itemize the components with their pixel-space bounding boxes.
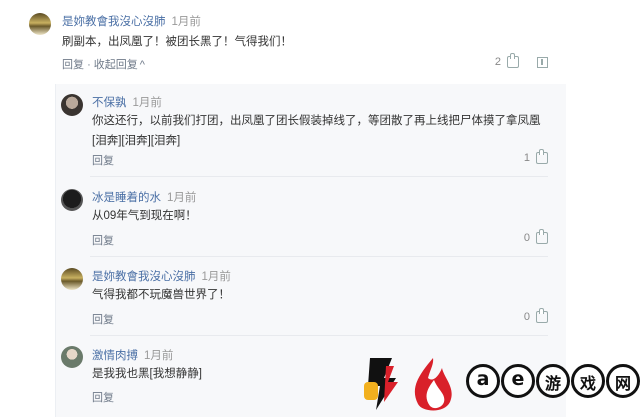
watermark-logo <box>364 358 398 410</box>
timestamp: 1月前 <box>144 350 174 362</box>
thumbs-up-icon[interactable] <box>536 149 548 164</box>
watermark-letter: 游 <box>536 364 570 398</box>
like-count: 0 <box>523 311 530 323</box>
divider <box>90 176 548 177</box>
thumbs-up-icon[interactable] <box>536 308 548 323</box>
avatar[interactable] <box>61 346 83 368</box>
collapse-label: 收起回复 <box>93 59 138 71</box>
reply-button[interactable]: 回复 <box>62 59 84 71</box>
comment-author[interactable]: 是妳教會我沒心沒肺 1月前 <box>62 13 201 29</box>
thumbs-up-icon[interactable] <box>507 53 519 68</box>
username[interactable]: 激情肉搏 <box>92 350 138 362</box>
reply-like: 0 <box>523 308 548 323</box>
timestamp: 1月前 <box>201 271 231 283</box>
timestamp: 1月前 <box>171 16 201 28</box>
username[interactable]: 是妳教會我沒心沒肺 <box>92 271 196 283</box>
collapse-replies-button[interactable]: 收起回复 ^ <box>94 59 145 71</box>
username[interactable]: 不保孰 <box>92 97 127 109</box>
reply-author[interactable]: 激情肉搏 1月前 <box>92 347 173 363</box>
avatar[interactable] <box>61 189 83 211</box>
avatar[interactable] <box>29 13 51 35</box>
like-count: 0 <box>523 232 530 244</box>
divider <box>90 335 548 336</box>
reply-author[interactable]: 冰是睡着的水 1月前 <box>92 189 196 205</box>
comment-text: 刷副本，出凤凰了！被团长黑了！气得我们！ <box>62 36 292 48</box>
chevron-up-icon: ^ <box>139 59 145 71</box>
like-count: 1 <box>523 152 530 164</box>
reply-like: 0 <box>523 229 548 244</box>
reply-text: 气得我都不玩魔兽世界了！ <box>92 289 230 301</box>
like-count: 2 <box>494 56 501 68</box>
username[interactable]: 冰是睡着的水 <box>92 192 161 204</box>
site-watermark: a e 游 戏 网 <box>358 348 640 417</box>
watermark-letter: 戏 <box>571 364 605 398</box>
reply-author[interactable]: 是妳教會我沒心沒肺 1月前 <box>92 268 231 284</box>
reply-author[interactable]: 不保孰 1月前 <box>92 94 162 110</box>
divider <box>90 256 548 257</box>
reply-button[interactable]: 回复 <box>92 311 114 327</box>
reply-text: 你这还行，以前我们打团，出凤凰了团长假装掉线了，等团散了再上线把尸体摸了拿凤凰[… <box>92 115 541 147</box>
reply-button[interactable]: 回复 <box>92 152 114 168</box>
separator-dot: · <box>87 59 91 71</box>
watermark-letter: 网 <box>606 364 640 398</box>
comment-actions: 回复 · 收起回复 ^ <box>62 56 145 72</box>
reply-button[interactable]: 回复 <box>92 232 114 248</box>
report-icon[interactable] <box>537 56 548 68</box>
thumbs-up-icon[interactable] <box>536 229 548 244</box>
reply-button[interactable]: 回复 <box>92 389 114 405</box>
watermark-letter: e <box>501 364 535 398</box>
flame-icon <box>414 358 452 411</box>
timestamp: 1月前 <box>167 192 197 204</box>
reply-text: 从09年气到现在啊！ <box>92 210 197 222</box>
watermark-letter: a <box>466 364 500 398</box>
reply-text: 是我我也黑[我想静静] <box>92 368 202 380</box>
timestamp: 1月前 <box>132 97 162 109</box>
username[interactable]: 是妳教會我沒心沒肺 <box>62 16 166 28</box>
avatar[interactable] <box>61 268 83 290</box>
avatar[interactable] <box>61 94 83 116</box>
reply-like: 1 <box>523 149 548 164</box>
comment-action-icons: 2 <box>494 53 548 68</box>
